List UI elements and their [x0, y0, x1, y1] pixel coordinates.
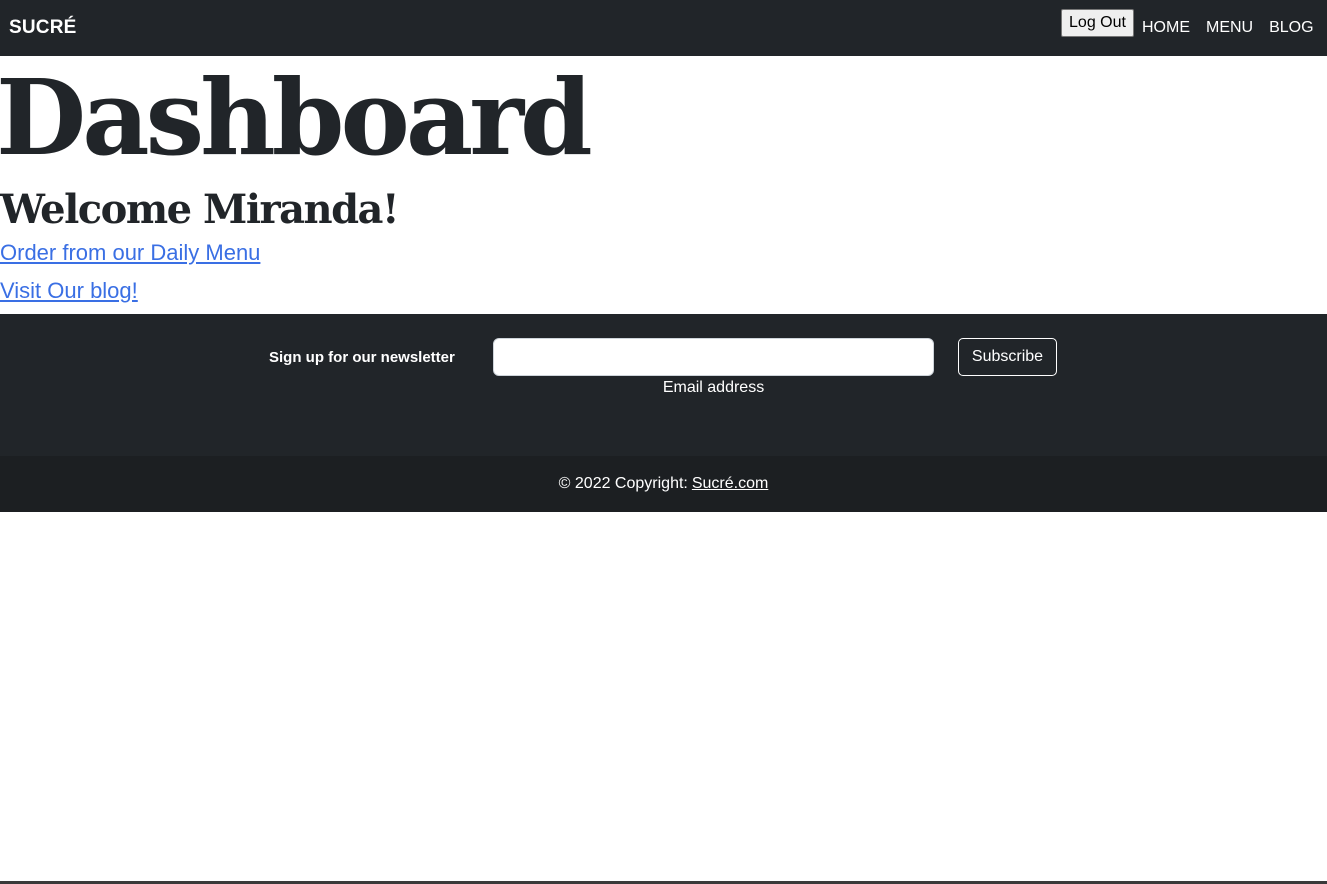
- subscribe-button[interactable]: Subscribe: [958, 338, 1057, 376]
- visit-blog-link[interactable]: Visit Our blog!: [0, 278, 138, 304]
- copyright-text: © 2022 Copyright:: [558, 475, 688, 492]
- nav-link-menu[interactable]: MENU: [1206, 19, 1253, 37]
- footer-site-link[interactable]: Sucré.com: [692, 475, 768, 493]
- nav-link-home[interactable]: HOME: [1142, 19, 1190, 37]
- footer: © 2022 Copyright: Sucré.com: [0, 456, 1327, 512]
- nav-link-blog[interactable]: BLOG: [1269, 19, 1313, 37]
- order-menu-link[interactable]: Order from our Daily Menu: [0, 240, 260, 266]
- newsletter-label: Sign up for our newsletter: [269, 349, 455, 366]
- email-field[interactable]: [493, 338, 934, 376]
- logout-button[interactable]: Log Out: [1061, 9, 1134, 37]
- newsletter-section: Sign up for our newsletter Email address…: [0, 314, 1327, 456]
- page-title: Dashboard: [0, 56, 593, 179]
- welcome-heading: Welcome Miranda!: [0, 186, 400, 233]
- brand-logo[interactable]: SUCRÉ: [9, 17, 77, 39]
- top-navbar: SUCRÉ Log Out HOME MENU BLOG: [0, 0, 1327, 56]
- email-field-label: Email address: [662, 379, 765, 396]
- nav-links: HOME MENU BLOG: [1142, 19, 1314, 37]
